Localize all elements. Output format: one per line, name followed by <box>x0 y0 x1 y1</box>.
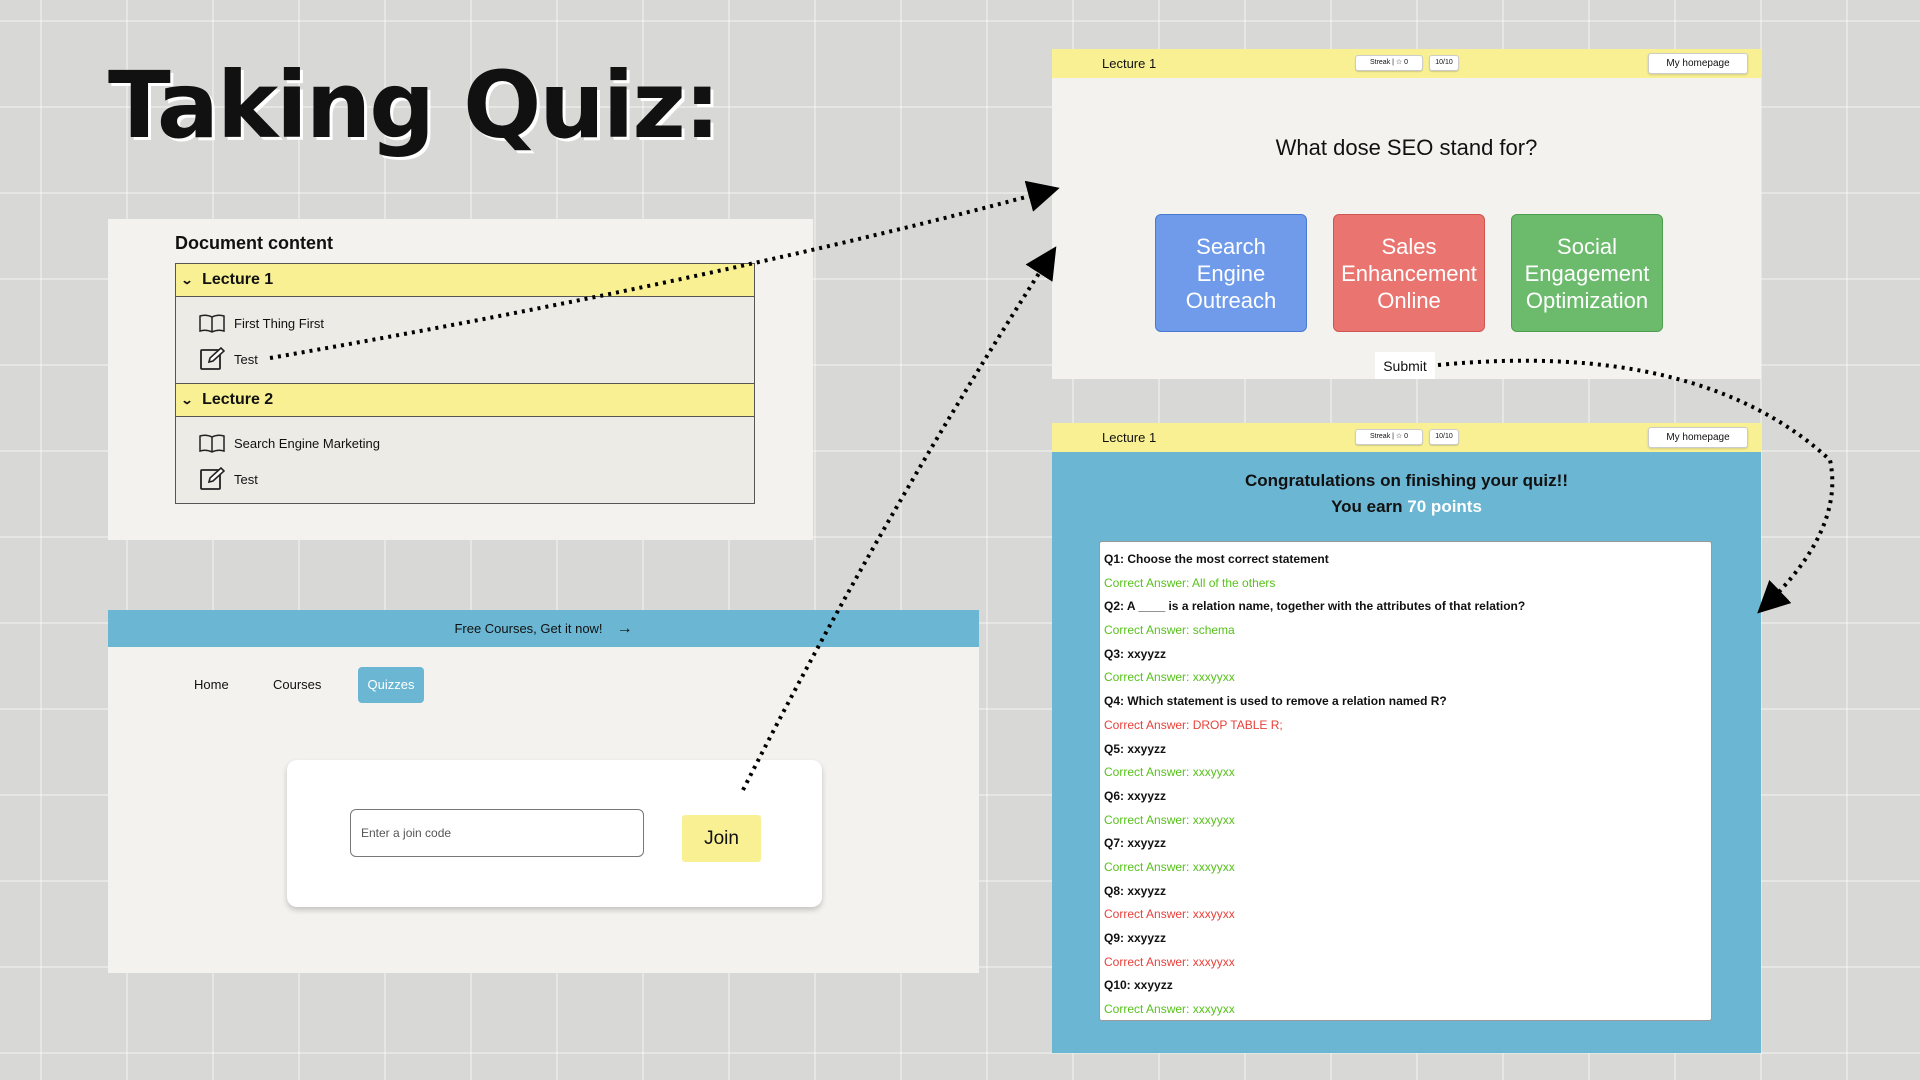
banner-text: Free Courses, Get it now! <box>454 621 603 636</box>
result-question: Q10: xxyyzz <box>1104 978 1173 993</box>
results-list[interactable]: Q1: Choose the most correct statement Cor… <box>1099 541 1712 1021</box>
lecture-2-items: Search Engine Marketing Test <box>176 417 754 503</box>
lesson-first-thing-first[interactable]: First Thing First <box>199 305 754 341</box>
earn-prefix: You earn <box>1331 497 1403 516</box>
result-question: Q4: Which statement is used to remove a … <box>1104 694 1447 709</box>
submit-button[interactable]: Submit <box>1375 352 1435 379</box>
points-value: 70 points <box>1407 497 1482 516</box>
chevron-down-icon: ⌄ <box>180 393 194 407</box>
answer-option-b[interactable]: Sales Enhancement Online <box>1333 214 1485 332</box>
nav-courses[interactable]: Courses <box>273 667 321 703</box>
book-icon <box>199 314 225 333</box>
edit-icon <box>200 467 225 490</box>
my-homepage-button[interactable]: My homepage <box>1648 53 1748 74</box>
question-text: What dose SEO stand for? <box>1275 135 1538 160</box>
lesson-label: Test <box>234 471 258 487</box>
results-header: Lecture 1 Streak | ☆ 0 10/10 My homepage <box>1052 423 1761 452</box>
quiz-results-panel: Lecture 1 Streak | ☆ 0 10/10 My homepage… <box>1052 423 1761 1053</box>
lesson-search-engine-marketing[interactable]: Search Engine Marketing <box>199 425 754 461</box>
nav-home[interactable]: Home <box>194 667 229 703</box>
join-button[interactable]: Join <box>682 815 761 862</box>
lecture-2-header[interactable]: ⌄ Lecture 2 <box>176 384 754 417</box>
document-content-panel: Document content ⌄ Lecture 1 First Thing… <box>108 219 813 540</box>
result-answer: Correct Answer: xxxyyxx <box>1104 670 1235 685</box>
lecture-1-items: First Thing First Test <box>176 297 754 384</box>
answer-option-a[interactable]: Search Engine Outreach <box>1155 214 1307 332</box>
result-question: Q7: xxyyzz <box>1104 836 1167 851</box>
result-question: Q6: xxyyzz <box>1104 788 1167 803</box>
lesson-label: Test <box>234 351 258 367</box>
chevron-down-icon: ⌄ <box>180 273 194 287</box>
book-icon <box>199 434 225 453</box>
main-nav: Home Courses Quizzes <box>108 667 979 703</box>
result-answer: Correct Answer: xxxyyxx <box>1104 954 1235 969</box>
promo-banner[interactable]: Free Courses, Get it now! → <box>108 610 979 647</box>
result-answer: Correct Answer: xxxyyxx <box>1104 859 1235 874</box>
lesson-label: Search Engine Marketing <box>234 435 380 451</box>
result-question: Q3: xxyyzz <box>1104 646 1167 661</box>
lecture-list: ⌄ Lecture 1 First Thing First Test ⌄ Lec… <box>175 263 755 504</box>
join-quiz-card: Join <box>287 760 822 907</box>
result-answer: Correct Answer: xxxyyxx <box>1104 907 1235 922</box>
arrow-right-icon: → <box>616 619 633 637</box>
lecture-title: Lecture 1 <box>1102 56 1157 71</box>
lesson-test-2[interactable]: Test <box>199 461 754 497</box>
result-answer: Correct Answer: DROP TABLE R; <box>1104 717 1283 732</box>
result-question: Q8: xxyyzz <box>1104 883 1167 898</box>
score-badge: 10/10 <box>1429 55 1459 71</box>
page-title: Taking Quiz: <box>108 52 721 159</box>
lecture-title: Lecture 1 <box>1102 430 1157 445</box>
result-answer: Correct Answer: schema <box>1104 623 1235 638</box>
result-answer: Correct Answer: All of the others <box>1104 575 1276 590</box>
quiz-header: Lecture 1 Streak | ☆ 0 10/10 My homepage <box>1052 49 1761 78</box>
lesson-test-1[interactable]: Test <box>199 341 754 377</box>
streak-badge: Streak | ☆ 0 <box>1355 55 1423 71</box>
lecture-2-label: Lecture 2 <box>202 391 274 408</box>
result-answer: Correct Answer: xxxyyxx <box>1104 1002 1235 1017</box>
result-question: Q1: Choose the most correct statement <box>1104 552 1329 566</box>
lesson-label: First Thing First <box>234 315 325 331</box>
document-content-heading: Document content <box>175 233 334 253</box>
points-earned: You earn 70 points <box>1052 497 1761 517</box>
join-code-input[interactable] <box>350 809 644 857</box>
lecture-1-label: Lecture 1 <box>202 271 274 288</box>
lecture-1-header[interactable]: ⌄ Lecture 1 <box>176 264 754 297</box>
answer-option-c[interactable]: Social Engagement Optimization <box>1511 214 1663 332</box>
result-answer: Correct Answer: xxxyyxx <box>1104 812 1235 827</box>
quiz-question-panel: Lecture 1 Streak | ☆ 0 10/10 My homepage… <box>1052 49 1761 379</box>
my-homepage-button[interactable]: My homepage <box>1648 427 1748 448</box>
score-badge: 10/10 <box>1429 429 1459 445</box>
result-question: Q9: xxyyzz <box>1104 931 1167 945</box>
result-question: Q2: A ____ is a relation name, together … <box>1104 599 1526 614</box>
edit-icon <box>200 347 225 370</box>
result-question: Q5: xxyyzz <box>1104 741 1167 756</box>
result-answer: Correct Answer: xxxyyxx <box>1104 765 1235 780</box>
nav-quizzes[interactable]: Quizzes <box>358 667 424 703</box>
quizzes-page-panel: Free Courses, Get it now! → Home Courses… <box>108 610 979 973</box>
congratulations-message: Congratulations on finishing your quiz!! <box>1245 471 1568 490</box>
streak-badge: Streak | ☆ 0 <box>1355 429 1423 445</box>
